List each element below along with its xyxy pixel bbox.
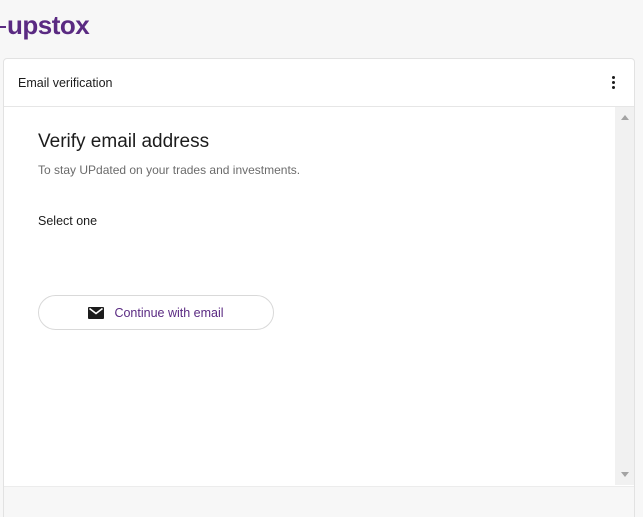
scroll-up-arrow-icon[interactable] [621,115,629,120]
panel-header: Email verification [4,59,634,107]
more-vertical-icon[interactable] [606,73,620,93]
logo-text: upstox [7,10,90,40]
scroll-down-arrow-icon[interactable] [621,472,629,477]
select-one-label: Select one [38,214,98,228]
panel-content: Verify email address To stay UPdated on … [4,107,616,487]
continue-with-email-label: Continue with email [114,305,224,320]
page-subtitle: To stay UPdated on your trades and inves… [38,163,301,177]
logo-dash [0,26,6,29]
panel-title: Email verification [18,75,113,90]
upstox-logo: upstox [0,10,90,41]
mail-icon [88,306,105,319]
email-verification-panel: Email verification Verify email address … [3,58,635,517]
panel-footer [4,486,634,517]
page-heading: Verify email address [38,131,210,152]
vertical-scrollbar[interactable] [615,107,634,485]
continue-with-email-button[interactable]: Continue with email [38,295,274,330]
